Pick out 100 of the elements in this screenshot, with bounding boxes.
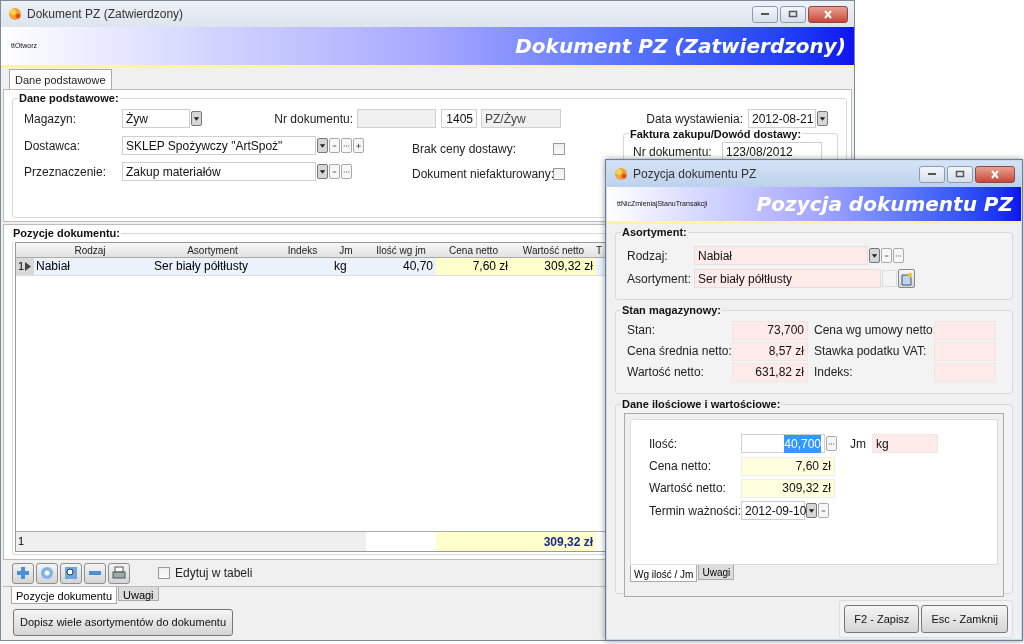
minimize-button[interactable]: [919, 165, 945, 183]
app-icon: [7, 6, 23, 22]
table-cell-text: Nabiał: [35, 258, 72, 275]
dropdown-button[interactable]: [817, 111, 828, 126]
close-button[interactable]: [808, 5, 848, 23]
plus-icon: [15, 565, 31, 581]
dialog-button[interactable]: Esc - Zamknij: [921, 605, 1008, 633]
gear-icon: [39, 565, 55, 581]
more-button[interactable]: [341, 138, 352, 153]
group-title: Dane ilościowe i wartościowe:: [621, 397, 782, 412]
window-title: Pozycja dokumentu PZ: [633, 166, 758, 183]
dialog-button[interactable]: F2 - Zapisz: [844, 605, 920, 633]
input-field[interactable]: 309,32 zł: [741, 478, 835, 498]
field-label: Cena netto:: [649, 458, 713, 475]
field-label: Magazyn:: [23, 110, 78, 128]
printer-icon: [111, 565, 127, 581]
more-button[interactable]: [893, 248, 904, 263]
checkbox[interactable]: [158, 567, 170, 579]
field-label: Nr dokumentu:: [632, 143, 713, 161]
column-header[interactable]: Ilość wg jm: [366, 242, 436, 257]
window-title: Dokument PZ (Zatwierdzony): [27, 6, 185, 23]
tab[interactable]: Dane podstawowe: [9, 69, 112, 89]
input-field[interactable]: Ser biały półtłusty: [694, 269, 881, 288]
input-field[interactable]: Zakup materiałów: [122, 162, 316, 181]
checkbox[interactable]: [553, 167, 565, 180]
field-label: Ilość:: [649, 435, 678, 453]
field-label: Edytuj w tabeli: [175, 565, 253, 582]
minimize-icon: [760, 12, 770, 16]
input-field[interactable]: Nabiał: [694, 246, 868, 265]
table-cell-text: kg: [333, 258, 348, 275]
add-many-button[interactable]: Dopisz wiele asortymentów do dokumentu: [13, 608, 234, 636]
dropdown-button[interactable]: [806, 503, 817, 518]
field-label: Stan:: [626, 322, 657, 339]
input-field[interactable]: 1405: [441, 109, 477, 128]
total-value: 309,32 zł: [436, 532, 596, 551]
minimize-icon: [927, 172, 937, 176]
field-label: Cena średnia netto:: [626, 343, 732, 360]
field-label: Data wystawienia:: [646, 110, 744, 128]
settings-button[interactable]: [36, 562, 58, 584]
tab[interactable]: Pozycje dokumentu: [11, 587, 117, 604]
group-title: Dane podstawowe:: [18, 91, 120, 106]
table-cell-text: 40,70: [401, 258, 434, 275]
field-label: Nr dokumentu:: [273, 110, 354, 128]
maximize-icon: [788, 10, 798, 18]
field-label: Wartość netto:: [626, 364, 705, 381]
column-header[interactable]: Rodzaj: [34, 242, 146, 257]
banner-title: Dokument PZ (Zatwierdzony): [515, 33, 846, 60]
field-label: Cena wg umowy netto:: [814, 322, 934, 339]
input-field[interactable]: SKLEP Spożywczy "ArtSpoż": [122, 136, 316, 155]
search-button[interactable]: [60, 562, 82, 584]
checkbox[interactable]: [553, 142, 565, 155]
banner-title: Pozycja dokumentu PZ: [756, 191, 1013, 218]
input-field[interactable]: kg: [872, 434, 938, 453]
column-header[interactable]: Cena netto: [436, 242, 511, 257]
close-icon: [990, 169, 1000, 179]
input-field[interactable]: Żyw: [122, 109, 190, 128]
plus-button[interactable]: [353, 138, 364, 153]
column-header[interactable]: Indeks: [279, 242, 326, 257]
group-title: Faktura zakupu/Dowód dostawy:: [629, 126, 803, 142]
input-field[interactable]: 7,60 zł: [741, 456, 835, 476]
field-label: Przeznaczenie:: [23, 163, 108, 181]
dropdown-button[interactable]: [317, 164, 328, 179]
field-label: Dostawca:: [23, 137, 82, 155]
dropdown-button[interactable]: [191, 111, 202, 126]
field-label: Brak ceny dostawy:: [412, 140, 518, 158]
input-field[interactable]: 631,82 zł: [732, 362, 808, 382]
row-count: 1: [16, 532, 366, 551]
maximize-icon: [955, 170, 965, 178]
input-field[interactable]: 73,700: [732, 320, 808, 340]
input-field[interactable]: 2012-08-21: [748, 109, 816, 128]
column-header[interactable]: Asortyment: [146, 242, 279, 257]
field-label: Dokument niefakturowany:: [412, 165, 553, 183]
tab[interactable]: Uwagi: [118, 587, 159, 601]
document-number-prefix-field[interactable]: [357, 109, 436, 128]
more-button[interactable]: [341, 164, 352, 179]
document-star-icon: [900, 271, 913, 286]
more-button[interactable]: [826, 436, 837, 451]
close-icon: [823, 9, 833, 19]
dropdown-button[interactable]: [869, 248, 880, 263]
field-label: Stawka podatku VAT:: [814, 343, 928, 360]
table-cell-text: Ser biały półtłusty: [153, 258, 250, 275]
input-field[interactable]: PZ/Żyw: [481, 109, 561, 128]
close-button[interactable]: [975, 165, 1015, 183]
field-label: Jm: [850, 435, 867, 453]
group-title: Asortyment:: [621, 225, 688, 240]
add-button[interactable]: [12, 562, 34, 584]
maximize-button[interactable]: [947, 165, 973, 183]
remove-button[interactable]: [84, 562, 106, 584]
column-header[interactable]: Jm: [326, 242, 366, 257]
column-header[interactable]: Wartość netto: [511, 242, 596, 257]
new-item-button[interactable]: [898, 269, 915, 288]
dropdown-button[interactable]: [317, 138, 328, 153]
app-icon: [613, 166, 629, 182]
input-field[interactable]: 2012-09-10: [741, 501, 805, 520]
print-button[interactable]: [108, 562, 130, 584]
field-label: Indeks:: [814, 364, 854, 381]
minimize-button[interactable]: [752, 5, 778, 23]
input-field[interactable]: 8,57 zł: [732, 341, 808, 361]
maximize-button[interactable]: [780, 5, 806, 23]
field-label: Termin ważności:: [649, 502, 741, 520]
